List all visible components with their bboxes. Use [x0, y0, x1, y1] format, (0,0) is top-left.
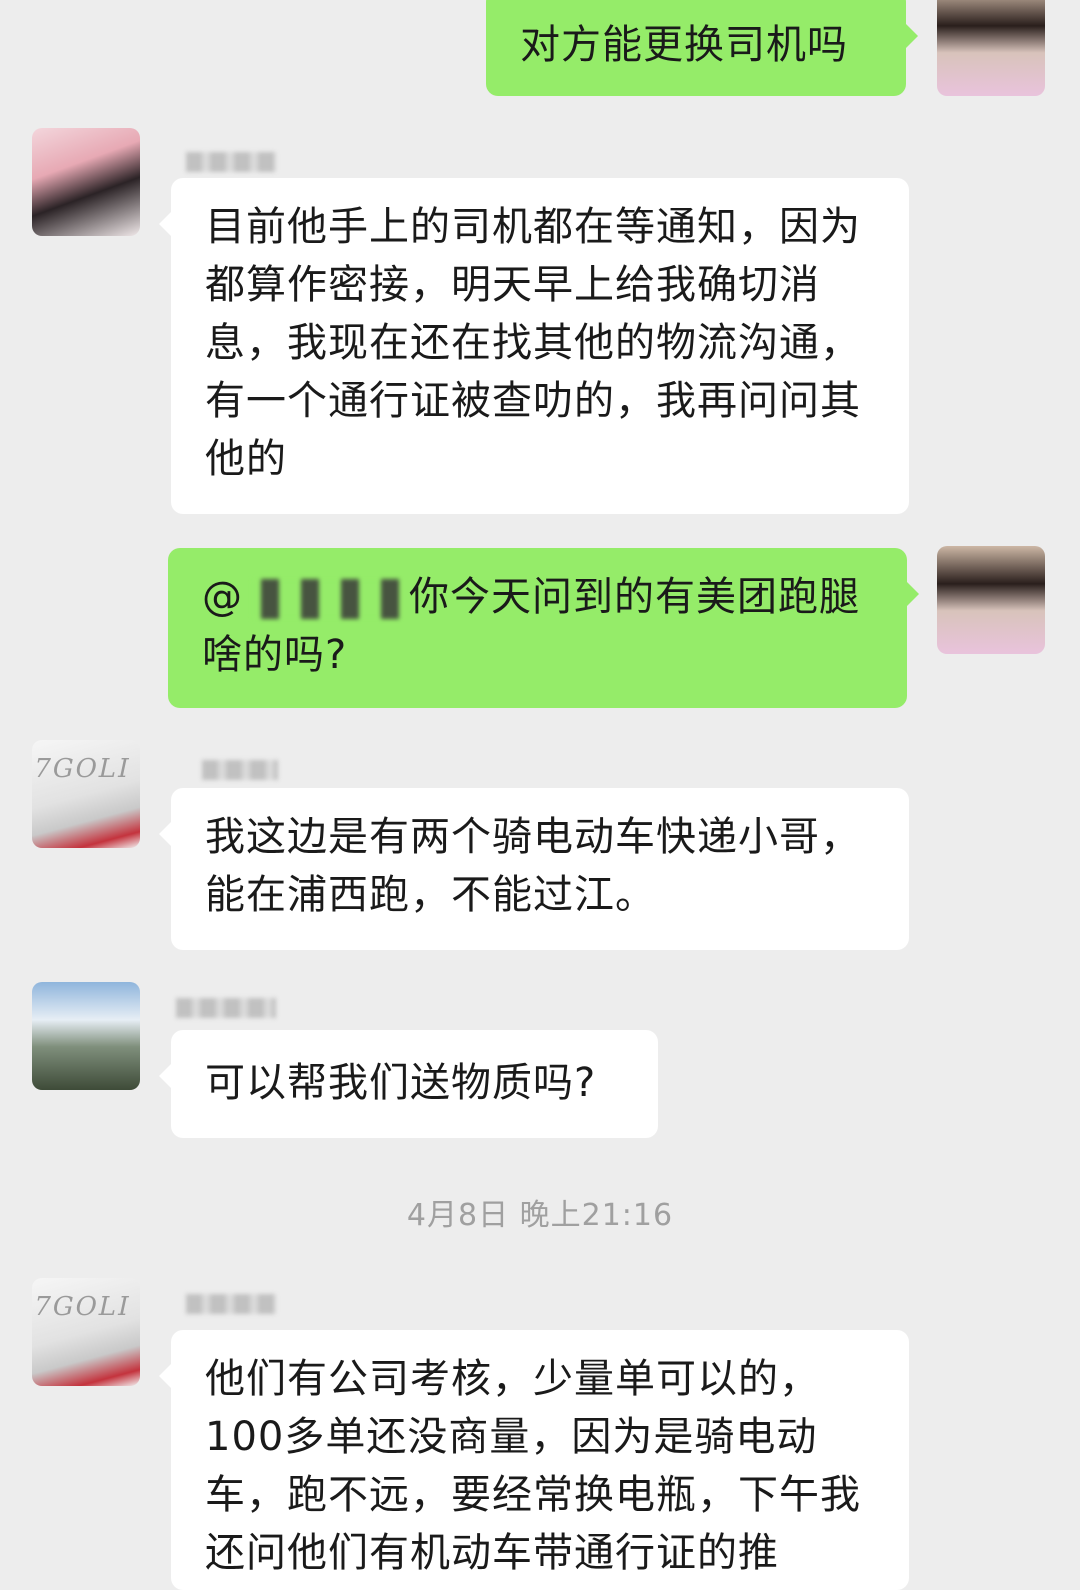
- bubble-tail: [907, 582, 919, 606]
- bubble-tail: [159, 1064, 171, 1088]
- avatar[interactable]: 7GOLI: [32, 740, 140, 848]
- message-bubble[interactable]: 他们有公司考核，少量单可以的，100多单还没商量，因为是骑电动车，跑不远，要经常…: [159, 1330, 909, 1590]
- message-text: 可以帮我们送物质吗?: [205, 1060, 597, 1106]
- avatar[interactable]: 7GOLI: [32, 1278, 140, 1386]
- sender-name: [186, 152, 276, 172]
- timestamp: 4月8日 晚上21:16: [406, 1198, 674, 1233]
- sender-name: [202, 760, 278, 780]
- mention[interactable]: @: [202, 574, 243, 620]
- mention-name-redacted: [251, 579, 401, 619]
- chat-message-sent: 对方能更换司机吗: [0, 0, 1080, 100]
- bubble-tail: [906, 24, 918, 48]
- avatar[interactable]: [32, 982, 140, 1090]
- bubble-tail: [159, 1364, 171, 1388]
- message-bubble[interactable]: 可以帮我们送物质吗?: [159, 1030, 658, 1138]
- message-bubble[interactable]: @ 你今天问到的有美团跑腿啥的吗?: [168, 548, 919, 708]
- avatar[interactable]: [937, 546, 1045, 654]
- chat-message-received: 可以帮我们送物质吗?: [0, 982, 1080, 1140]
- message-bubble[interactable]: 目前他手上的司机都在等通知，因为都算作密接，明天早上给我确切消息，我现在还在找其…: [159, 178, 909, 514]
- sender-name: [186, 1294, 276, 1314]
- message-text: 对方能更换司机吗: [520, 22, 848, 68]
- sender-name: [176, 998, 276, 1018]
- message-bubble[interactable]: 我这边是有两个骑电动车快递小哥，能在浦西跑，不能过江。: [159, 788, 909, 950]
- bubble-tail: [159, 212, 171, 236]
- chat-message-sent: @ 你今天问到的有美团跑腿啥的吗?: [0, 546, 1080, 710]
- message-bubble[interactable]: 对方能更换司机吗: [486, 0, 918, 96]
- avatar-car-badge: 7GOLI: [32, 754, 134, 784]
- avatar[interactable]: [937, 0, 1045, 96]
- bubble-tail: [159, 822, 171, 846]
- message-text: 目前他手上的司机都在等通知，因为都算作密接，明天早上给我确切消息，我现在还在找其…: [205, 204, 861, 482]
- chat-message-received: 7GOLI 他们有公司考核，少量单可以的，100多单还没商量，因为是骑电动车，跑…: [0, 1278, 1080, 1590]
- avatar[interactable]: [32, 128, 140, 236]
- chat-message-received: 目前他手上的司机都在等通知，因为都算作密接，明天早上给我确切消息，我现在还在找其…: [0, 128, 1080, 518]
- avatar-car-badge: 7GOLI: [32, 1292, 134, 1322]
- chat-message-received: 7GOLI 我这边是有两个骑电动车快递小哥，能在浦西跑，不能过江。: [0, 740, 1080, 954]
- message-text: 我这边是有两个骑电动车快递小哥，能在浦西跑，不能过江。: [205, 814, 861, 918]
- message-text: 他们有公司考核，少量单可以的，100多单还没商量，因为是骑电动车，跑不远，要经常…: [205, 1356, 861, 1576]
